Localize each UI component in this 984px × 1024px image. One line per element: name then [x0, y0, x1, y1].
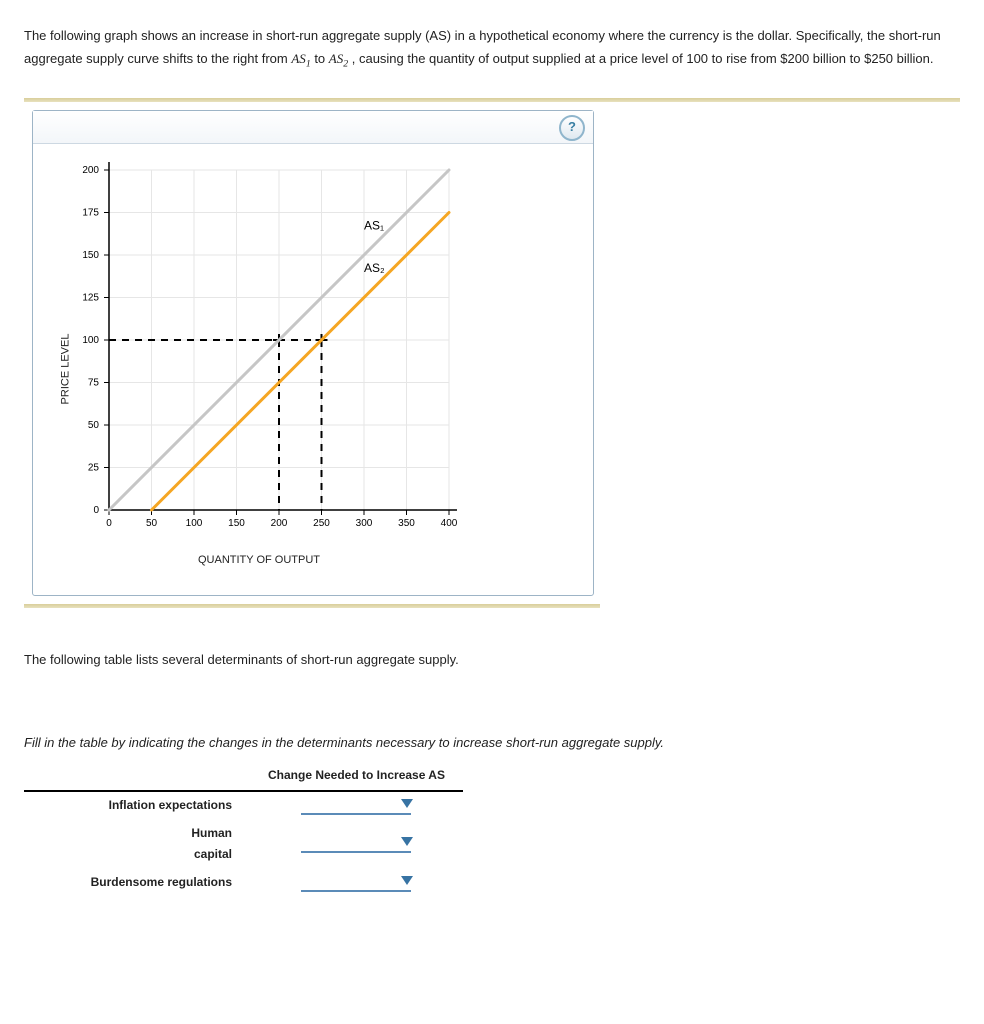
- svg-text:400: 400: [441, 518, 458, 529]
- svg-text:100: 100: [82, 335, 99, 346]
- chart-svg: 0 50 100 150 200 250 300 350 400 0 25 50 75 100 125 150…: [49, 160, 469, 540]
- table-intro: The following table lists several determ…: [24, 648, 960, 671]
- change-dropdown[interactable]: [301, 797, 411, 815]
- x-axis-label: QUANTITY OF OUTPUT: [49, 551, 469, 571]
- help-button[interactable]: ?: [559, 115, 585, 141]
- q-text-b: to: [314, 51, 328, 66]
- graph-body: PRICE LEVEL 0 50 100 150 200 250 300 350 400 0 25 5…: [33, 144, 593, 595]
- svg-text:25: 25: [88, 462, 100, 473]
- determinant-label: Inflation expectations: [24, 791, 250, 820]
- graph-card: ? PRICE LEVEL 0 50 100 150 200 250 300 350 400 0 2…: [32, 110, 594, 596]
- change-dropdown[interactable]: [301, 874, 411, 892]
- svg-text:0: 0: [93, 505, 99, 516]
- section-divider-top: [24, 98, 960, 102]
- series-label: AS₂: [364, 261, 385, 275]
- section-divider-bottom: [24, 604, 600, 608]
- svg-text:250: 250: [313, 518, 330, 529]
- determinant-label: Humancapital: [24, 820, 250, 869]
- svg-text:350: 350: [398, 518, 415, 529]
- svg-text:0: 0: [106, 518, 112, 529]
- y-axis-label: PRICE LEVEL: [57, 334, 77, 405]
- svg-text:150: 150: [228, 518, 245, 529]
- as1-label: AS1: [291, 51, 310, 66]
- change-dropdown-cell: [250, 869, 463, 897]
- question-paragraph: The following graph shows an increase in…: [24, 24, 960, 74]
- series-label: AS₁: [364, 218, 384, 232]
- svg-text:200: 200: [82, 165, 99, 176]
- change-dropdown[interactable]: [301, 835, 411, 853]
- svg-text:200: 200: [271, 518, 288, 529]
- determinant-label: Burdensome regulations: [24, 869, 250, 897]
- table-instruction: Fill in the table by indicating the chan…: [24, 731, 960, 754]
- change-dropdown-cell: [250, 820, 463, 869]
- graph-toolbar: ?: [33, 111, 593, 144]
- determinants-table: Change Needed to Increase AS Inflation e…: [24, 761, 463, 897]
- svg-text:50: 50: [146, 518, 158, 529]
- q-text-c: , causing the quantity of output supplie…: [352, 51, 934, 66]
- svg-text:125: 125: [82, 292, 99, 303]
- svg-text:175: 175: [82, 207, 99, 218]
- as2-label: AS2: [329, 51, 348, 66]
- svg-text:75: 75: [88, 377, 100, 388]
- svg-text:300: 300: [356, 518, 373, 529]
- svg-text:50: 50: [88, 420, 100, 431]
- svg-text:100: 100: [186, 518, 203, 529]
- col-change-header: Change Needed to Increase AS: [250, 761, 463, 792]
- change-dropdown-cell: [250, 791, 463, 820]
- svg-text:150: 150: [82, 250, 99, 261]
